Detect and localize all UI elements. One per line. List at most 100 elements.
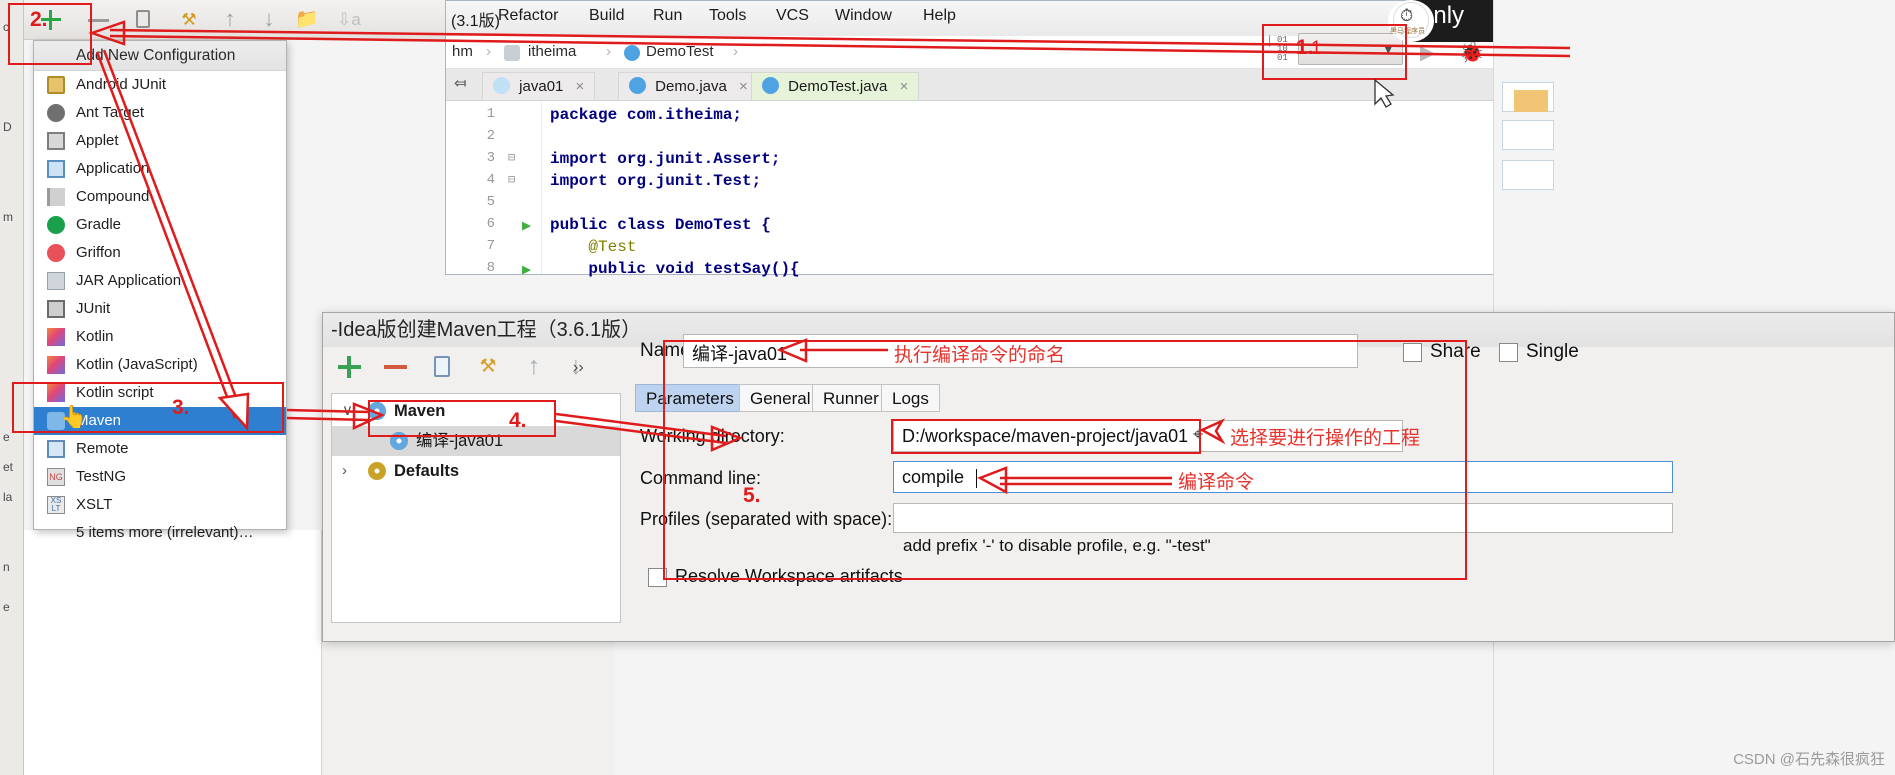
popup-item-jar-application[interactable]: JAR Application [34,267,286,295]
popup-item-remote[interactable]: Remote [34,435,286,463]
toolbar-overflow-icon[interactable]: ›› [573,359,584,377]
single-instance-checkbox[interactable] [1499,343,1518,362]
rail-char-m: m [3,210,13,224]
run-config-combo[interactable]: 1. ▾ [1298,33,1403,65]
minus-icon[interactable] [86,8,112,32]
popup-item-gradle[interactable]: Gradle [34,211,286,239]
popup-item-junit[interactable]: JUnit [34,295,286,323]
add-new-configuration-popup: Add New Configuration Android JUnit Ant … [33,40,287,541]
test-class-icon [762,77,779,94]
tab-parameters[interactable]: Parameters [635,384,745,412]
tab-demo-java[interactable]: Demo.java × [618,72,759,100]
popup-item-label: Remote [76,440,129,457]
popup-item-compound[interactable]: Compound [34,183,286,211]
tab-general[interactable]: General [739,384,822,412]
copy-icon[interactable] [132,8,158,32]
resolve-workspace-artifacts-checkbox[interactable] [648,568,667,587]
tree-row[interactable]: 编译-java01 [332,426,620,456]
application-icon [47,160,65,178]
popup-item-label: Gradle [76,216,122,233]
annotation-step1: 1. [1296,36,1314,59]
breadcrumb-item-0[interactable]: hm [452,43,473,60]
hand-cursor: 👆 [60,404,88,429]
annotation-command-note: 编译命令 [1178,472,1255,493]
left-tool-rail [0,0,24,775]
tree-row[interactable]: › Defaults [332,456,620,486]
close-icon[interactable]: × [576,78,585,95]
profiles-input[interactable] [893,503,1673,533]
tree-label: Maven [394,402,446,420]
menu-vcs[interactable]: VCS [776,7,809,25]
fold-icon[interactable]: ⊟ [508,172,515,187]
run-config-toolbar: ⚒ ↑ ↓ 📁 ⇩a [24,0,454,40]
menu-window[interactable]: Window [835,7,892,25]
move-up-icon[interactable]: ↑ [217,8,243,32]
kotlin-icon [47,328,65,346]
chevron-down-icon[interactable]: ▾ [1384,40,1392,58]
sort-alphabetical-icon[interactable]: ⇩a [336,8,362,32]
wrench-icon[interactable]: ⚒ [176,8,202,32]
remove-icon[interactable] [381,353,411,381]
chevron-right-icon[interactable]: › [342,456,347,486]
add-icon[interactable] [335,353,365,381]
popup-item-applet[interactable]: Applet [34,127,286,155]
run-button[interactable]: ▶ [1420,40,1435,65]
popup-item-kotlin-script[interactable]: Kotlin script [34,379,286,407]
line-number: 7 [486,238,495,254]
copy-configuration-icon[interactable] [427,353,457,381]
popup-item-xslt[interactable]: XS LT XSLT [34,491,286,519]
tab-label: Runner [823,389,879,408]
right-panel-box-2 [1502,120,1554,150]
collapse-tabs-icon[interactable]: ⤆ [454,74,467,92]
popup-item-android-junit[interactable]: Android JUnit [34,71,286,99]
code-editor[interactable]: 1 2 3 4 5 6 7 8 ▶ ▶ ⊟ ⊟ package com.ithe… [446,101,1512,279]
move-up-icon[interactable]: ↑ [519,353,549,381]
ant-icon [47,104,65,122]
move-down-icon[interactable]: ↓ [256,8,282,32]
window-title-fragment: (3.1版) [451,13,500,30]
share-checkbox[interactable] [1403,343,1422,362]
defaults-wrench-icon [368,462,386,480]
menu-run[interactable]: Run [653,7,682,25]
down-arrow-icon: ↓ [1264,30,1276,52]
breadcrumb-item-1[interactable]: itheima [528,43,576,60]
menu-help[interactable]: Help [923,7,956,25]
popup-item-application[interactable]: Application [34,155,286,183]
code-line-3: import org.junit.Assert; [550,150,781,168]
tab-logs[interactable]: Logs [881,384,940,412]
popup-item-testng[interactable]: NG TestNG [34,463,286,491]
editor-gutter: 1 2 3 4 5 6 7 8 ▶ ▶ ⊟ ⊟ [446,101,542,279]
close-icon[interactable]: × [739,78,748,95]
command-line-input[interactable]: compile [893,461,1673,493]
tab-java01[interactable]: java01 × [482,72,596,100]
popup-item-label: XSLT [76,496,113,513]
popup-item-more[interactable]: 5 items more (irrelevant)… [34,519,286,547]
tab-demotest-java[interactable]: DemoTest.java × [751,72,920,100]
popup-item-kotlin[interactable]: Kotlin [34,323,286,351]
package-icon [504,45,520,61]
menu-tools[interactable]: Tools [709,7,746,25]
code-line-8: public void testSay(){ [550,260,800,278]
popup-item-ant-target[interactable]: Ant Target [34,99,286,127]
menu-build[interactable]: Build [589,7,625,25]
popup-item-kotlin-javascript[interactable]: Kotlin (JavaScript) [34,351,286,379]
breadcrumb-item-2[interactable]: DemoTest [646,43,714,60]
watermark: CSDN @石先森很疯狂 [1733,751,1885,768]
fold-icon[interactable]: ⊟ [508,150,515,165]
annotation-working-dir-note: 选择要进行操作的工程 [1230,428,1421,449]
rail-char-la: la [3,490,13,504]
edit-templates-icon[interactable]: ⚒ [473,353,503,381]
close-icon[interactable]: × [900,78,909,95]
menu-refactor[interactable]: Refactor [498,7,558,25]
tab-runner[interactable]: Runner [812,384,890,412]
run-gutter-icon[interactable]: ▶ [522,260,531,279]
popup-item-griffon[interactable]: Griffon [34,239,286,267]
run-gutter-icon[interactable]: ▶ [522,216,531,235]
code-line-7: @Test [550,238,637,256]
debug-button[interactable]: 🐞 [1459,40,1484,65]
tree-row[interactable]: ∨ Maven [332,396,620,426]
chevron-down-icon[interactable]: ∨ [342,396,353,426]
tree-label: 编译-java01 [416,432,504,450]
folder-icon[interactable]: 📁 [294,8,320,32]
tab-label: Demo.java [655,78,727,95]
